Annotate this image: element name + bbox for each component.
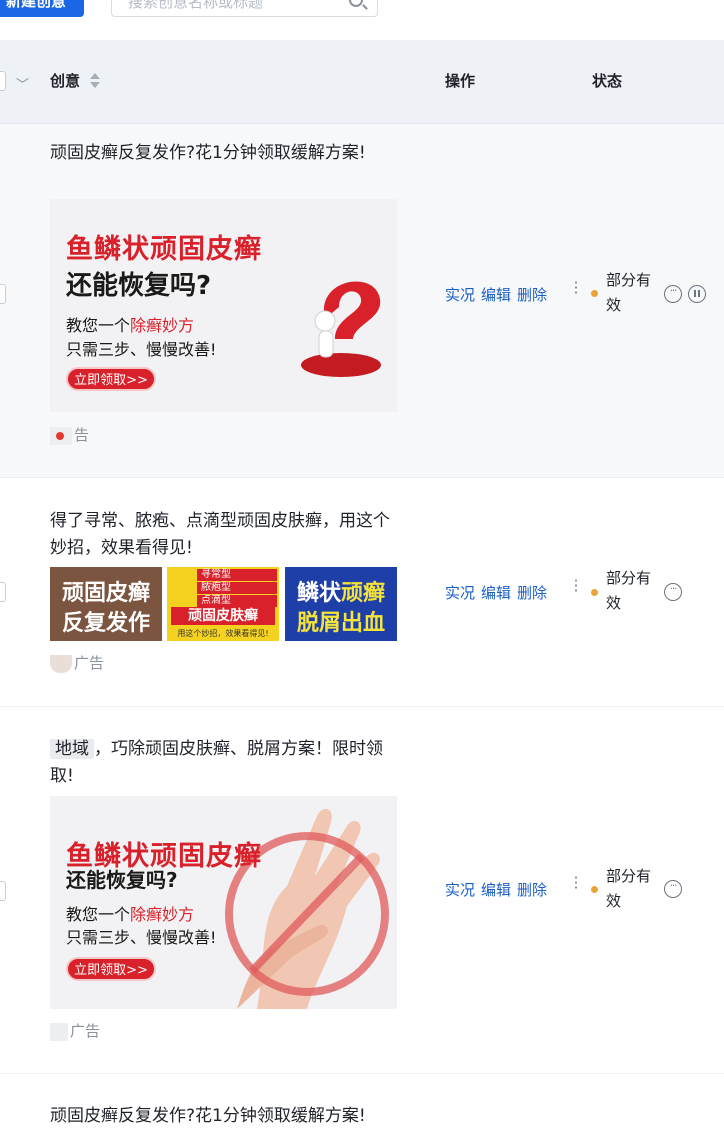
more-horizontal-icon[interactable]: ··· <box>664 583 682 601</box>
more-vertical-icon[interactable]: · · · <box>573 276 579 301</box>
image-headline: 鱼鳞状顽固皮癣 <box>66 234 262 265</box>
creative-thumb-2[interactable]: 寻常型 脓疱型 点滴型 顽固皮肤癣 用这个妙招，效果看得见! <box>167 567 279 641</box>
image-line2: 只需三步、慢慢改善! <box>66 340 217 359</box>
search-icon[interactable] <box>349 0 363 7</box>
delete-link[interactable]: 删除 <box>517 584 547 602</box>
row-actions: 实况 编辑 删除 <box>445 879 553 900</box>
status-text: 部分有效 <box>606 271 652 314</box>
image-line1: 教您一个除癣妙方 <box>66 905 195 924</box>
creative-title: 顽固皮癣反复发作?花1分钟领取缓解方案! <box>50 1106 366 1126</box>
status-dot-icon <box>591 886 598 893</box>
image-cta: 立即领取>> <box>66 367 156 391</box>
edit-link[interactable]: 编辑 <box>481 881 511 899</box>
row-actions: 实况 编辑 删除 <box>445 284 553 305</box>
creative-title: 得了寻常、脓疱、点滴型顽固皮肤癣，用这个妙招，效果看得见! <box>50 511 390 558</box>
ad-label: 告 <box>50 424 89 445</box>
image-subhead: 还能恢复吗? <box>66 868 178 892</box>
creative-image[interactable]: 鱼鳞状顽固皮癣 还能恢复吗? 教您一个除癣妙方 只需三步、慢慢改善! 立即领取>… <box>50 796 397 1009</box>
search-box[interactable]: 搜索创意名称或标题 <box>111 0 378 17</box>
status-dot-icon <box>591 290 598 297</box>
creative-thumb-3[interactable]: 鳞状顽癣 脱屑出血 <box>285 567 397 641</box>
table-header: ﹀ 创意 操作 状态 <box>0 40 724 124</box>
status-text: 部分有效 <box>606 867 652 910</box>
creative-image[interactable]: 鱼鳞状顽固皮癣 还能恢复吗? 教您一个除癣妙方 只需三步、慢慢改善! 立即领取>… <box>50 199 397 412</box>
hand-illustration-icon <box>225 808 389 1009</box>
creative-title: 地域 ，巧除顽固皮肤癣、脱屑方案！限时领取! <box>50 739 383 786</box>
create-creative-button[interactable]: 新建创意 <box>0 0 84 17</box>
live-link[interactable]: 实况 <box>445 584 475 602</box>
column-header-status: 状态 <box>592 72 623 90</box>
search-input[interactable]: 搜索创意名称或标题 <box>128 0 263 12</box>
toolbar: 新建创意 搜索创意名称或标题 <box>0 0 724 40</box>
image-cta: 立即领取>> <box>66 957 156 981</box>
status-dot-icon <box>591 589 598 596</box>
image-line2: 只需三步、慢慢改善! <box>66 928 217 947</box>
delete-link[interactable]: 删除 <box>517 286 547 304</box>
table-row: 顽固皮癣反复发作?花1分钟领取缓解方案! 鱼鳞状顽固皮癣 还能恢复吗? 教您一个… <box>0 124 724 478</box>
pause-icon[interactable] <box>688 285 706 303</box>
row-checkbox[interactable] <box>0 284 6 304</box>
region-keyword: 地域 <box>50 739 94 759</box>
table-row: 地域 ，巧除顽固皮肤癣、脱屑方案！限时领取! 鱼鳞状顽固皮癣 还能恢复吗? 教您一… <box>0 707 724 1074</box>
edit-link[interactable]: 编辑 <box>481 584 511 602</box>
chevron-down-icon[interactable]: ﹀ <box>16 74 29 93</box>
ad-label: 广告 <box>50 652 104 673</box>
image-subhead: 还能恢复吗? <box>66 271 212 301</box>
row-checkbox[interactable] <box>0 881 6 901</box>
creative-thumb-1[interactable]: 顽固皮癣 反复发作 <box>50 567 162 641</box>
live-link[interactable]: 实况 <box>445 286 475 304</box>
more-horizontal-icon[interactable]: ··· <box>664 880 682 898</box>
red-dot-icon <box>56 431 64 440</box>
image-line1: 教您一个除癣妙方 <box>66 316 195 335</box>
creative-title: 顽固皮癣反复发作?花1分钟领取缓解方案! <box>50 143 366 163</box>
status-text: 部分有效 <box>606 569 652 612</box>
row-checkbox[interactable] <box>0 582 6 602</box>
ad-label: 广告 <box>50 1020 100 1041</box>
more-vertical-icon[interactable]: · · · <box>573 871 579 896</box>
row-actions: 实况 编辑 删除 <box>445 582 553 603</box>
sort-icon[interactable] <box>90 73 100 89</box>
delete-link[interactable]: 删除 <box>517 881 547 899</box>
select-all-checkbox[interactable] <box>0 71 6 91</box>
table-row: 顽固皮癣反复发作?花1分钟领取缓解方案! <box>0 1074 724 1146</box>
column-header-actions: 操作 <box>445 72 476 90</box>
more-horizontal-icon[interactable]: ··· <box>664 285 682 303</box>
column-header-creative: 创意 <box>50 72 81 90</box>
table-row: 得了寻常、脓疱、点滴型顽固皮肤癣，用这个妙招，效果看得见! 顽固皮癣 反复发作 … <box>0 478 724 707</box>
edit-link[interactable]: 编辑 <box>481 286 511 304</box>
more-vertical-icon[interactable]: · · · <box>573 574 579 599</box>
question-figure-icon <box>301 281 381 377</box>
live-link[interactable]: 实况 <box>445 881 475 899</box>
